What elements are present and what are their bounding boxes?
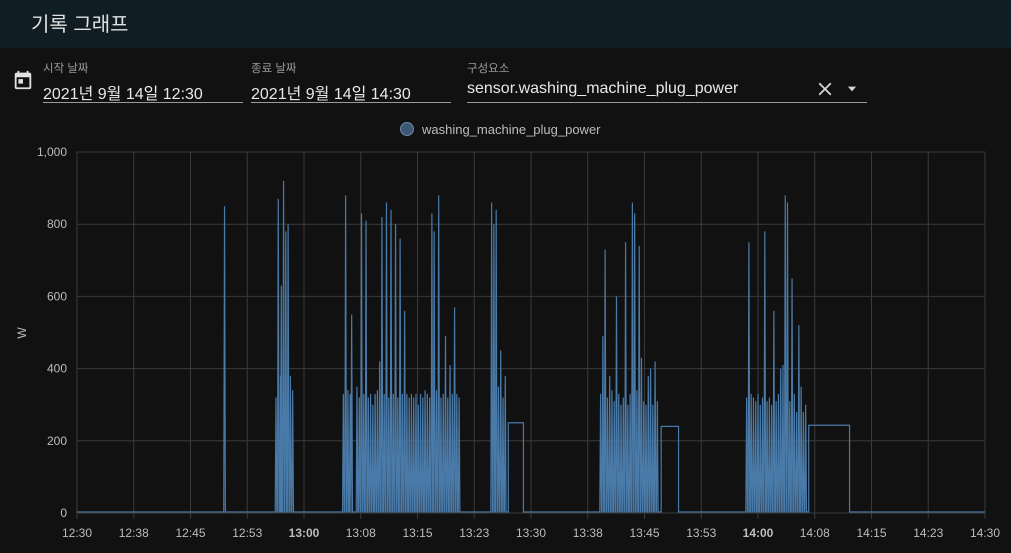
x-tick-label: 14:23: [913, 526, 943, 540]
history-chart: 02004006008001,000 12:30 12:38 12:45 12:53 1…: [15, 145, 1000, 540]
x-tick-label: 14:30: [970, 526, 1000, 540]
x-tick-label: 12:30: [62, 526, 92, 540]
y-tick-label: 400: [47, 362, 67, 376]
x-tick-label: 13:08: [346, 526, 376, 540]
x-tick-label: 12:38: [119, 526, 149, 540]
x-tick-label: 13:30: [516, 526, 546, 540]
page-title: 기록 그래프: [31, 14, 129, 36]
end-date-value[interactable]: 2021년 9월 14일 14:30: [251, 80, 411, 104]
legend-label: washing_machine_plug_power: [422, 121, 601, 137]
y-axis: 0 200 400 600 800 1,000: [37, 145, 67, 520]
x-tick-label: 13:38: [573, 526, 603, 540]
end-date-underline: [251, 102, 451, 103]
y-tick-label: 600: [47, 289, 67, 303]
x-tick-label: 14:15: [856, 526, 886, 540]
x-tick-label: 13:45: [629, 526, 659, 540]
x-tick-label: 12:53: [232, 526, 262, 540]
end-date-label: 종료 날짜: [251, 63, 297, 75]
entity-underline: [467, 102, 867, 103]
y-tick-label: 1,000: [37, 145, 67, 159]
x-tick-label: 14:00: [743, 526, 774, 540]
y-axis-label: W: [15, 327, 29, 339]
chart-legend-item[interactable]: washing_machine_plug_power: [400, 120, 601, 138]
entity-picker[interactable]: 구성요소 sensor.washing_machine_plug_power: [467, 60, 867, 103]
app-toolbar: 기록 그래프: [0, 0, 1011, 48]
y-tick-label: 200: [47, 434, 67, 448]
start-date-underline: [43, 102, 243, 103]
x-tick-label: 13:23: [459, 526, 489, 540]
entity-value[interactable]: sensor.washing_machine_plug_power: [467, 80, 738, 98]
entity-label: 구성요소: [467, 63, 510, 75]
calendar-icon[interactable]: [12, 69, 34, 91]
menu-down-icon[interactable]: [845, 82, 859, 96]
start-date-label: 시작 날짜: [43, 63, 89, 75]
legend-swatch: [400, 122, 414, 136]
y-tick-label: 800: [47, 217, 67, 231]
x-axis: 12:30 12:38 12:45 12:53 13:00 13:08 13:15 13:23…: [62, 526, 1000, 540]
x-tick-label: 13:53: [686, 526, 716, 540]
x-tick-label: 12:45: [175, 526, 205, 540]
y-tick-label: 0: [60, 506, 67, 520]
x-tick-label: 14:08: [800, 526, 830, 540]
x-tick-label: 13:15: [402, 526, 432, 540]
chart-grid: [76, 151, 986, 519]
close-icon[interactable]: [814, 78, 836, 100]
x-tick-label: 13:00: [289, 526, 320, 540]
start-date-value[interactable]: 2021년 9월 14일 12:30: [43, 80, 203, 104]
start-date-field[interactable]: 시작 날짜 2021년 9월 14일 12:30: [43, 60, 243, 103]
end-date-field[interactable]: 종료 날짜 2021년 9월 14일 14:30: [251, 60, 451, 103]
